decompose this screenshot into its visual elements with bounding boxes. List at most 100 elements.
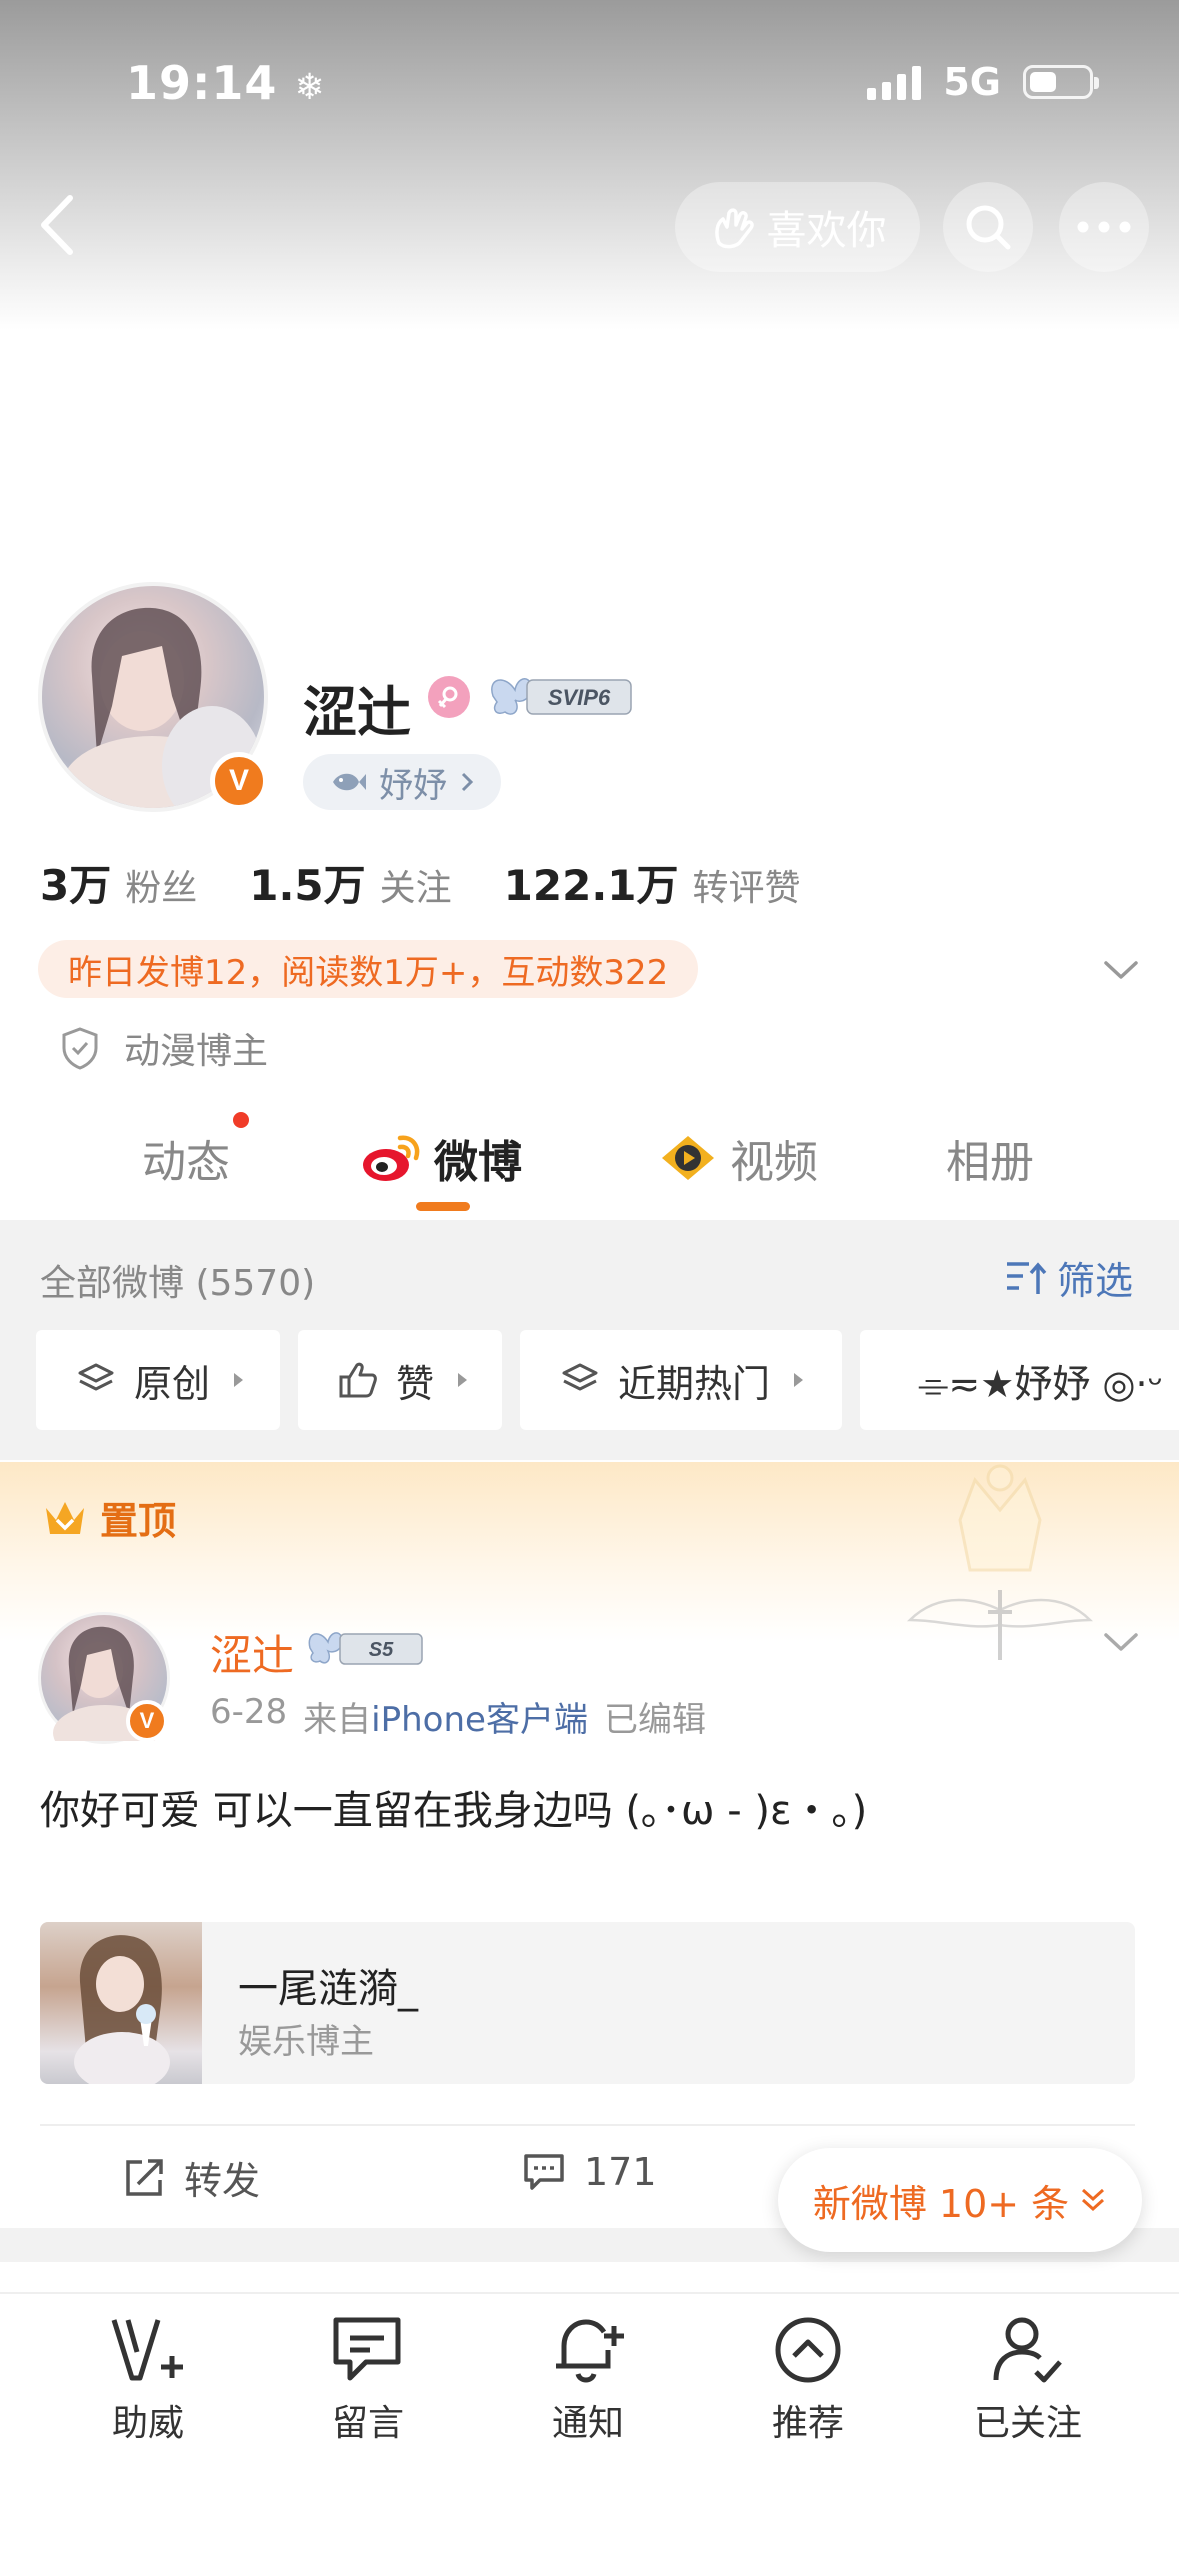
category-label: 动漫博主: [124, 1031, 269, 1072]
message-button[interactable]: 留言: [288, 2312, 448, 2446]
expand-profile-button[interactable]: [1098, 950, 1144, 990]
battery-icon: [1023, 65, 1099, 99]
shield-icon: [62, 1027, 98, 1070]
chip-custom-group[interactable]: ⌯≂★妤妤 ◎·ᵕ: [860, 1330, 1179, 1430]
shared-user-image: [40, 1922, 202, 2084]
network-type: 5G: [943, 60, 1001, 104]
tab-label: 相册: [946, 1137, 1034, 1188]
search-button[interactable]: [943, 182, 1033, 272]
crown-wings-decoration: [900, 1460, 1100, 1680]
hand-heart-icon: [714, 208, 754, 249]
tab-label: 视频: [730, 1137, 818, 1188]
chip-liked[interactable]: 赞: [298, 1330, 502, 1430]
status-time: 19:14 ❄: [126, 56, 326, 110]
chevron-up-circle-icon: [775, 2317, 841, 2383]
active-tab-indicator: [416, 1202, 470, 1211]
layers-icon: [78, 1363, 114, 1391]
stat-following[interactable]: 1.5万 关注: [249, 852, 451, 913]
repost-icon: [126, 2158, 163, 2196]
caret-right-icon: [794, 1373, 804, 1387]
fish-icon: [333, 773, 366, 791]
post-author-name[interactable]: 涩辻: [210, 1622, 294, 1683]
svip-badge[interactable]: SVIP6: [487, 670, 635, 722]
tab-dynamic[interactable]: 动态: [142, 1126, 230, 1190]
divider: [40, 2124, 1135, 2126]
svip-small-badge[interactable]: S5: [306, 1626, 426, 1670]
unread-dot: [233, 1112, 249, 1128]
post-options-button[interactable]: [1098, 1622, 1144, 1662]
video-channel-icon: [662, 1136, 714, 1180]
shared-user-card[interactable]: 一尾涟漪_ 娱乐博主: [40, 1922, 1135, 2084]
recommend-button[interactable]: 推荐: [728, 2312, 888, 2446]
thumbs-up-icon: [339, 1362, 377, 1398]
verified-badge-icon: V: [210, 752, 268, 810]
svg-text:S5: S5: [369, 1639, 394, 1661]
chip-label: ⌯≂★妤妤 ◎·ᵕ: [918, 1361, 1164, 1406]
status-indicators: 5G: [867, 60, 1099, 104]
chip-label: 原创: [134, 1361, 211, 1406]
more-button[interactable]: [1059, 182, 1149, 272]
chevron-left-icon: [41, 195, 73, 255]
post-source-prefix: 来自: [303, 1700, 372, 1740]
status-time-text: 19:14: [126, 56, 278, 110]
fan-group-label: 妤妤: [379, 765, 447, 806]
v-plus-icon: [111, 2319, 183, 2381]
stat-number: 1.5万: [249, 861, 366, 910]
pinned-label: 置顶: [42, 1490, 176, 1545]
activity-summary[interactable]: 昨日发博12，阅读数1万+，互动数322: [38, 940, 699, 998]
repost-button[interactable]: 转发: [122, 2150, 260, 2205]
notify-button[interactable]: 通知: [508, 2312, 668, 2446]
bottom-nav-label: 推荐: [771, 2403, 844, 2444]
female-icon: [428, 676, 470, 718]
chip-label: 赞: [396, 1361, 435, 1406]
bottom-nav-label: 通知: [551, 2403, 624, 2444]
tab-video[interactable]: 视频: [658, 1126, 818, 1190]
cheer-button[interactable]: 助威: [68, 2312, 228, 2446]
new-posts-button[interactable]: 新微博 10+ 条: [778, 2148, 1142, 2252]
comment-button[interactable]: 171: [522, 2150, 657, 2194]
post-source[interactable]: iPhone客户端: [371, 1700, 588, 1740]
chip-recent-hot[interactable]: 近期热门: [520, 1330, 842, 1430]
tab-weibo[interactable]: 微博: [360, 1126, 522, 1190]
comment-icon: [524, 2154, 564, 2190]
stat-number: 3万: [40, 861, 112, 910]
double-chevron-down-icon: [1082, 2188, 1105, 2212]
header-background: [0, 0, 1179, 330]
stat-number: 122.1万: [503, 861, 679, 910]
stat-interactions[interactable]: 122.1万 转评赞: [504, 852, 801, 913]
stat-label: 粉丝: [125, 868, 198, 909]
chevron-right-icon: [461, 772, 474, 792]
shared-user-name: 一尾涟漪_: [238, 1966, 418, 2012]
comment-count: 171: [584, 2150, 657, 2194]
signal-icon: [867, 64, 922, 100]
filter-button[interactable]: 筛选: [1005, 1250, 1133, 1305]
shared-user-subtitle: 娱乐博主: [238, 2022, 374, 2062]
user-check-icon: [993, 2317, 1062, 2383]
back-button[interactable]: [30, 190, 90, 260]
category-tag[interactable]: 动漫博主: [60, 1022, 268, 1074]
chevron-down-icon: [1104, 1633, 1138, 1651]
like-you-button[interactable]: 喜欢你: [675, 182, 920, 272]
profile-name: 涩辻: [303, 681, 411, 744]
weibo-logo-icon: [363, 1135, 420, 1181]
search-icon: [966, 205, 1011, 250]
chip-original[interactable]: 原创: [36, 1330, 280, 1430]
bottom-nav-label: 留言: [331, 2403, 404, 2444]
following-button[interactable]: 已关注: [948, 2312, 1108, 2446]
svg-text:SVIP6: SVIP6: [548, 685, 611, 710]
butterfly-svip-icon: SVIP6: [491, 678, 632, 715]
post-body: 你好可爱 可以一直留在我身边吗 (｡･ω - )ε・｡): [40, 1788, 868, 1834]
stat-label: 转评赞: [692, 868, 801, 909]
chat-icon: [333, 2317, 401, 2381]
fan-group-tag[interactable]: 妤妤: [303, 754, 501, 810]
butterfly-s5-icon: S5: [308, 1632, 423, 1665]
bottom-nav-label: 助威: [111, 2403, 184, 2444]
caret-right-icon: [458, 1373, 468, 1387]
snowflake-icon: ❄: [294, 67, 326, 108]
edited-label[interactable]: 已编辑: [604, 1692, 706, 1741]
like-you-label: 喜欢你: [766, 208, 887, 254]
tab-album[interactable]: 相册: [946, 1126, 1034, 1190]
bottom-nav-label: 已关注: [973, 2403, 1082, 2444]
caret-right-icon: [234, 1373, 244, 1387]
stat-followers[interactable]: 3万 粉丝: [40, 852, 197, 913]
